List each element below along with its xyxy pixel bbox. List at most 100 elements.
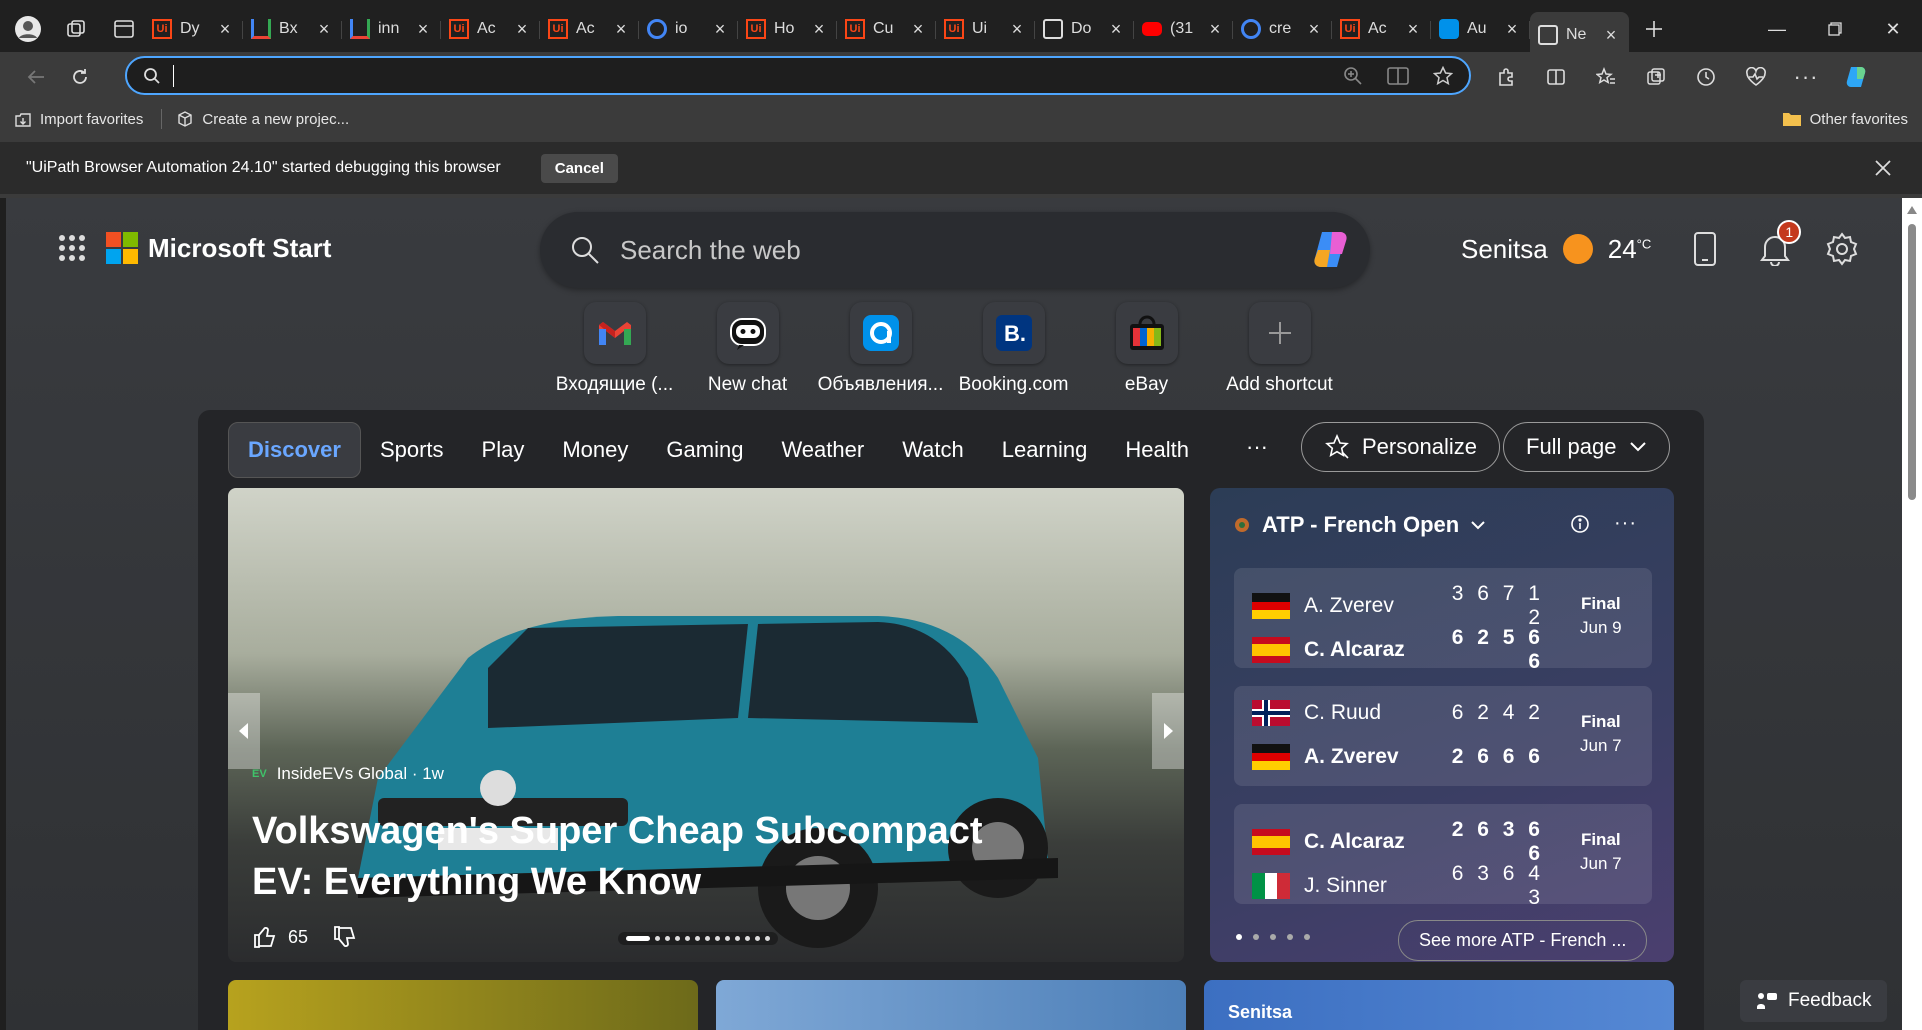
- app-launcher-icon[interactable]: [58, 234, 86, 262]
- restore-button[interactable]: [1806, 0, 1864, 58]
- news-card-partial[interactable]: [716, 980, 1186, 1030]
- shortcut-gmail[interactable]: Входящие (...: [548, 302, 681, 396]
- browser-tab[interactable]: (31 ×: [1134, 9, 1233, 49]
- browser-tab[interactable]: Ui Ui ×: [936, 9, 1035, 49]
- more-tabs-button[interactable]: ···: [1246, 422, 1268, 472]
- browser-tab[interactable]: Ui Ac ×: [1332, 9, 1431, 49]
- collections-icon[interactable]: [1634, 57, 1678, 97]
- thumbs-down-icon[interactable]: [332, 924, 358, 950]
- extensions-icon[interactable]: [1484, 57, 1528, 97]
- shortcut-new-chat[interactable]: New chat: [681, 302, 814, 396]
- slide-dot[interactable]: [765, 936, 770, 941]
- next-slide-button[interactable]: [1152, 693, 1184, 769]
- close-tab-icon[interactable]: ×: [611, 19, 631, 40]
- close-infobar-icon[interactable]: [1874, 159, 1892, 177]
- see-more-button[interactable]: See more ATP - French ...: [1398, 920, 1648, 961]
- close-tab-icon[interactable]: ×: [1304, 19, 1324, 40]
- close-tab-icon[interactable]: ×: [314, 19, 334, 40]
- notifications-icon[interactable]: 1: [1759, 220, 1802, 266]
- slide-dot[interactable]: [685, 936, 690, 941]
- close-tab-icon[interactable]: ×: [908, 19, 928, 40]
- slide-dot[interactable]: [735, 936, 740, 941]
- shortcut-ebay[interactable]: eBay: [1080, 302, 1213, 396]
- favorite-star-icon[interactable]: [1433, 65, 1453, 86]
- feedback-button[interactable]: Feedback: [1740, 980, 1888, 1022]
- info-icon[interactable]: [1570, 514, 1590, 534]
- page-scrollbar[interactable]: [1902, 198, 1922, 1030]
- slide-dot[interactable]: [626, 936, 650, 941]
- close-tab-icon[interactable]: ×: [1601, 25, 1621, 46]
- other-favorites-link[interactable]: Other favorites: [1782, 110, 1908, 128]
- browser-tab[interactable]: Ui Ac ×: [540, 9, 639, 49]
- close-tab-icon[interactable]: ×: [1205, 19, 1225, 40]
- tab-money[interactable]: Money: [543, 423, 647, 477]
- immersive-reader-icon[interactable]: [1387, 66, 1409, 86]
- close-tab-icon[interactable]: ×: [809, 19, 829, 40]
- browser-tab[interactable]: inn ×: [342, 9, 441, 49]
- slide-dot[interactable]: [655, 936, 660, 941]
- back-icon[interactable]: [14, 57, 58, 97]
- phone-icon[interactable]: [1693, 231, 1717, 267]
- new-tab-button[interactable]: [1629, 0, 1679, 58]
- profile-icon[interactable]: [8, 9, 48, 49]
- location-label[interactable]: Senitsa: [1461, 234, 1548, 265]
- slide-dot[interactable]: [695, 936, 700, 941]
- copilot-icon[interactable]: [1834, 57, 1878, 97]
- browser-tab[interactable]: Ui Dy ×: [144, 9, 243, 49]
- close-window-button[interactable]: ✕: [1864, 0, 1922, 58]
- split-screen-icon[interactable]: [1534, 57, 1578, 97]
- close-tab-icon[interactable]: ×: [1007, 19, 1027, 40]
- hero-article-card[interactable]: EV InsideEVs Global · 1w Volkswagen's Su…: [228, 488, 1184, 962]
- browser-tab[interactable]: Bx ×: [243, 9, 342, 49]
- scroll-thumb[interactable]: [1908, 224, 1916, 500]
- copilot-icon[interactable]: [1308, 228, 1356, 272]
- browser-tab[interactable]: cre ×: [1233, 9, 1332, 49]
- browser-tab[interactable]: Au ×: [1431, 9, 1530, 49]
- tab-watch[interactable]: Watch: [883, 423, 983, 477]
- close-tab-icon[interactable]: ×: [1106, 19, 1126, 40]
- slide-dot[interactable]: [715, 936, 720, 941]
- minimize-button[interactable]: —: [1748, 0, 1806, 58]
- workspaces-icon[interactable]: [56, 9, 96, 49]
- tab-health[interactable]: Health: [1106, 423, 1208, 477]
- tab-learning[interactable]: Learning: [983, 423, 1107, 477]
- shortcut-booking[interactable]: B. Booking.com: [947, 302, 1080, 396]
- article-title[interactable]: Volkswagen's Super Cheap Subcompact EV: …: [252, 806, 1012, 908]
- slide-dot[interactable]: [665, 936, 670, 941]
- tab-gaming[interactable]: Gaming: [647, 423, 762, 477]
- slide-dot[interactable]: [705, 936, 710, 941]
- ms-start-logo[interactable]: Microsoft Start: [106, 232, 331, 264]
- full-page-dropdown[interactable]: Full page: [1503, 422, 1670, 472]
- close-tab-icon[interactable]: ×: [413, 19, 433, 40]
- close-tab-icon[interactable]: ×: [1502, 19, 1522, 40]
- match-row[interactable]: C. Alcaraz 2 6 3 6 6 J. Sinner 6 3 6 4 3…: [1234, 804, 1652, 909]
- slide-dot[interactable]: [745, 936, 750, 941]
- browser-essentials-icon[interactable]: [1734, 57, 1778, 97]
- vertical-tabs-icon[interactable]: [104, 9, 144, 49]
- refresh-icon[interactable]: [58, 57, 102, 97]
- browser-tab[interactable]: Do ×: [1035, 9, 1134, 49]
- article-source[interactable]: EV InsideEVs Global · 1w: [252, 764, 444, 784]
- zoom-icon[interactable]: [1343, 66, 1363, 86]
- weather-card-partial[interactable]: Senitsa: [1204, 980, 1674, 1030]
- close-tab-icon[interactable]: ×: [1403, 19, 1423, 40]
- create-project-link[interactable]: Create a new projec...: [176, 110, 349, 128]
- import-favorites-link[interactable]: Import favorites: [14, 110, 143, 128]
- temperature-value[interactable]: 24°C: [1608, 234, 1652, 265]
- browser-tab[interactable]: io ×: [639, 9, 738, 49]
- shortcut-avito[interactable]: Объявления...: [814, 302, 947, 396]
- address-bar[interactable]: [125, 56, 1471, 95]
- add-shortcut-button[interactable]: Add shortcut: [1213, 302, 1346, 396]
- thumbs-up-icon[interactable]: [252, 924, 278, 950]
- close-tab-icon[interactable]: ×: [710, 19, 730, 40]
- tab-weather[interactable]: Weather: [762, 423, 883, 477]
- favorites-icon[interactable]: [1584, 57, 1628, 97]
- settings-gear-icon[interactable]: [1825, 232, 1859, 266]
- browser-tab[interactable]: Ui Ho ×: [738, 9, 837, 49]
- close-tab-icon[interactable]: ×: [512, 19, 532, 40]
- cancel-button[interactable]: Cancel: [540, 153, 618, 183]
- sports-header[interactable]: ATP - French Open: [1234, 512, 1485, 538]
- slide-dot[interactable]: [675, 936, 680, 941]
- slide-dot[interactable]: [755, 936, 760, 941]
- match-row[interactable]: A. Zverev 3 6 7 1 2 C. Alcaraz 6 2 5 6 6…: [1234, 568, 1652, 673]
